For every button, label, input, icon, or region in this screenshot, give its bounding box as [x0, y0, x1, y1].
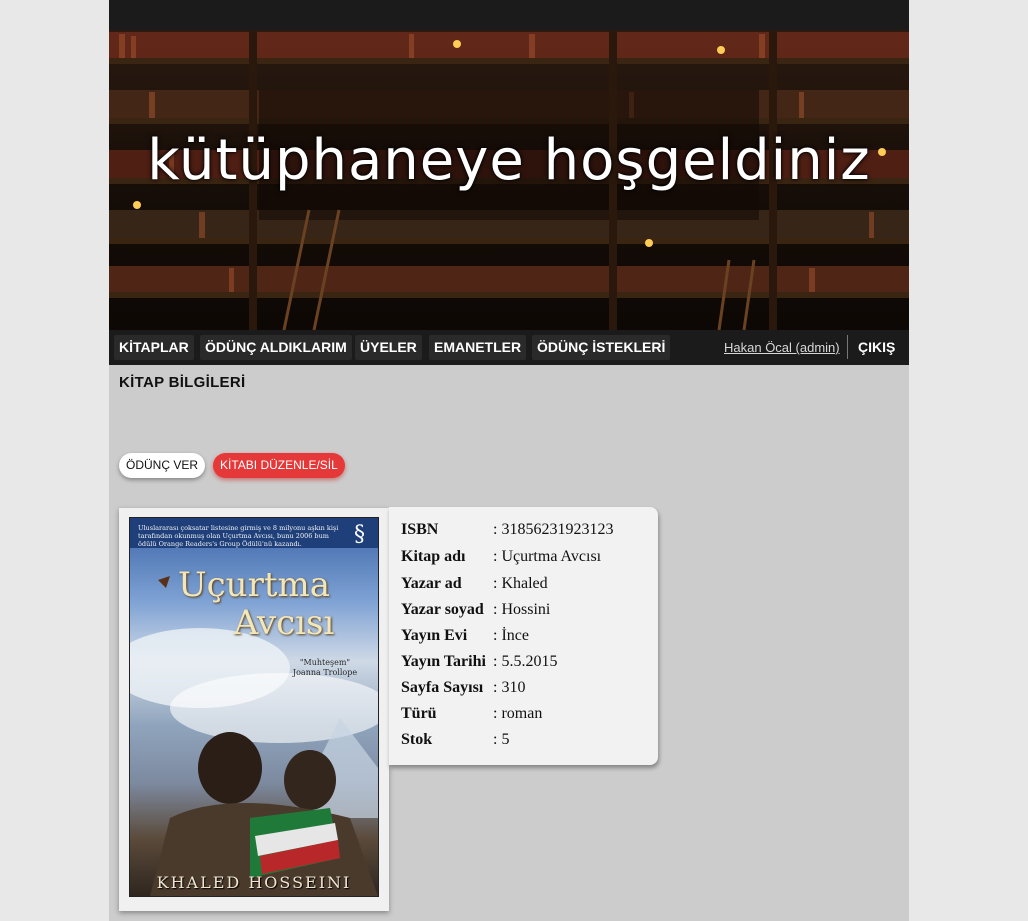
info-value: : roman [493, 705, 543, 722]
cover-title-line2: Avcısı [233, 603, 335, 643]
info-label: Yayın Tarihi [401, 653, 486, 670]
page-container: kütüphaneye hoşgeldiniz KİTAPLAR ÖDÜNÇ A… [109, 0, 909, 921]
info-value: : Khaled [493, 575, 548, 592]
info-label: Kitap adı [401, 548, 466, 565]
info-label: Türü [401, 705, 437, 722]
cover-quote: "Muhteşem" Joanna Trollope [280, 658, 370, 678]
info-value: : 5.5.2015 [493, 653, 558, 670]
info-label: Yayın Evi [401, 627, 468, 644]
info-label: Yazar ad [401, 575, 462, 592]
main-nav: KİTAPLAR ÖDÜNÇ ALDIKLARIM ÜYELER EMANETL… [109, 330, 909, 365]
publisher-logo: § [354, 522, 365, 547]
cover-quote-text: "Muhteşem" [299, 658, 351, 667]
lend-button[interactable]: ÖDÜNÇ VER [119, 453, 206, 478]
info-label: Yazar soyad [401, 601, 484, 618]
nav-item-my-borrowed[interactable]: ÖDÜNÇ ALDIKLARIM [200, 335, 352, 360]
cover-author: KHALED HOSSEINI [156, 873, 352, 892]
info-label: Sayfa Sayısı [401, 679, 484, 696]
info-value: : Hossini [493, 601, 551, 618]
cover-quote-source: Joanna Trollope [292, 668, 358, 677]
cover-blurb: Uluslararası çoksatar listesine girmiş v… [138, 524, 339, 548]
nav-item-borrow-requests[interactable]: ÖDÜNÇ İSTEKLERİ [532, 335, 671, 360]
info-value: : İnce [493, 627, 529, 644]
book-info-card: ISBN : 31856231923123 Kitap adı : Uçurtm… [389, 507, 658, 765]
info-label: Stok [401, 731, 433, 748]
nav-divider [847, 335, 848, 359]
user-link[interactable]: Hakan Öcal (admin) [724, 335, 840, 360]
book-cover-frame: Uluslararası çoksatar listesine girmiş v… [119, 508, 389, 911]
info-value: : Uçurtma Avcısı [493, 548, 602, 565]
edit-delete-book-button[interactable]: KİTABI DÜZENLE/SİL [213, 453, 345, 478]
nav-item-loans[interactable]: EMANETLER [429, 335, 527, 360]
info-value: : 31856231923123 [493, 521, 614, 538]
banner-title: kütüphaneye hoşgeldiniz [147, 128, 871, 193]
nav-item-members[interactable]: ÜYELER [355, 335, 422, 360]
cover-title: Uçurtma Avcısı [130, 566, 378, 642]
header-banner: kütüphaneye hoşgeldiniz [109, 30, 909, 330]
page-title: KİTAP BİLGİLERİ [119, 374, 246, 391]
top-bar [109, 0, 909, 30]
info-value: : 5 [493, 731, 510, 748]
info-value: : 310 [493, 679, 526, 696]
nav-item-books[interactable]: KİTAPLAR [114, 335, 194, 360]
info-label: ISBN [401, 521, 439, 538]
book-cover-image: Uluslararası çoksatar listesine girmiş v… [129, 517, 379, 897]
logout-button[interactable]: ÇIKIŞ [858, 335, 895, 360]
cover-title-line1: Uçurtma [177, 565, 331, 605]
